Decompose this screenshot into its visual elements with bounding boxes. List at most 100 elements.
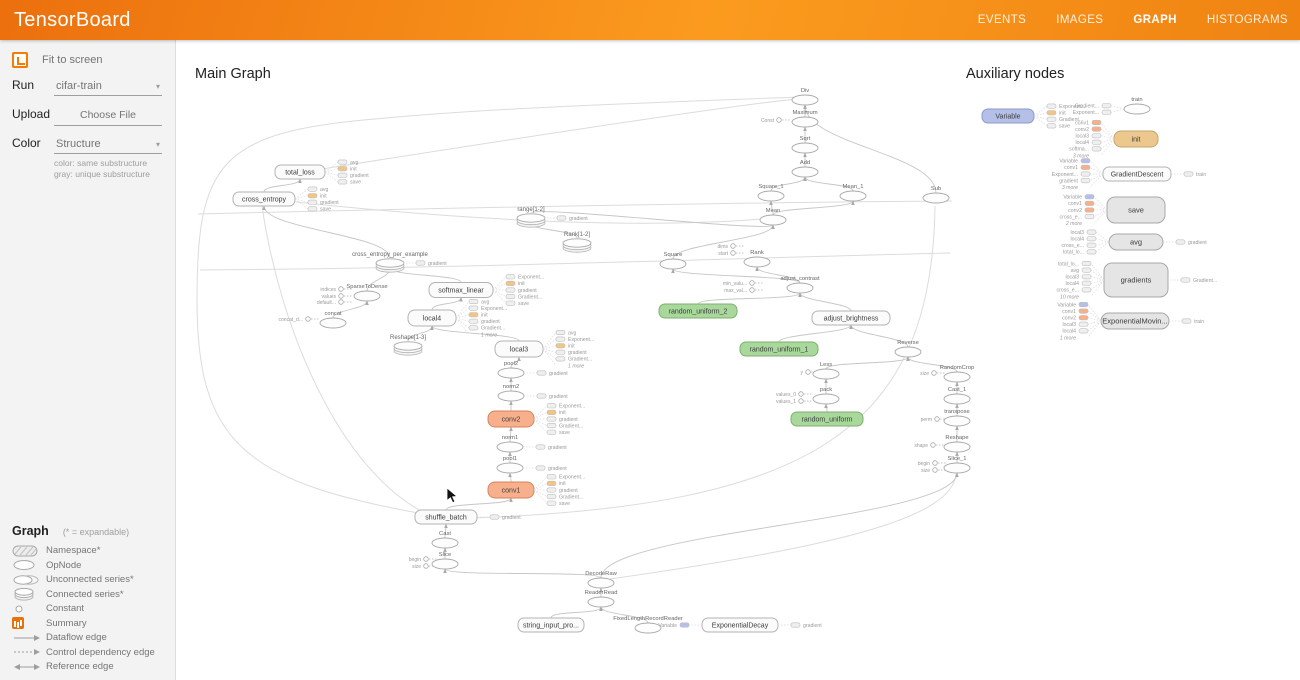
annotation-node[interactable] <box>1087 243 1096 247</box>
annotation-node[interactable] <box>308 207 317 211</box>
annotation-node[interactable] <box>537 394 546 398</box>
node-pack[interactable]: pack <box>813 387 839 404</box>
annotation-node[interactable] <box>556 330 565 334</box>
annotation-node[interactable] <box>1181 278 1190 282</box>
annotation-node[interactable] <box>1079 322 1088 326</box>
node-rangeS[interactable]: range[1-2] <box>517 207 545 227</box>
annotation-node[interactable] <box>1102 110 1111 114</box>
annotation-node[interactable] <box>1082 261 1091 265</box>
annotation-node[interactable] <box>469 326 478 330</box>
node-Add[interactable]: Add <box>792 160 818 177</box>
annotation-node[interactable] <box>506 288 515 292</box>
node-random_uniform[interactable]: random_uniform <box>791 412 863 426</box>
annotation-node[interactable] <box>1085 201 1094 205</box>
annotation-node[interactable] <box>1085 214 1094 218</box>
annotation-node[interactable] <box>1092 120 1101 124</box>
constant-node[interactable] <box>424 564 429 569</box>
annotation-node[interactable] <box>1087 230 1096 234</box>
annotation-node[interactable] <box>469 313 478 317</box>
node-Reshape_r[interactable]: Reshape <box>944 435 970 452</box>
node-local3[interactable]: local3 <box>495 341 543 357</box>
constant-node[interactable] <box>731 251 736 256</box>
annotation-node[interactable] <box>1079 309 1088 313</box>
node-Div[interactable]: Div <box>792 88 818 105</box>
node-ReaderRead[interactable]: ReaderRead <box>585 590 618 607</box>
node-Maximum[interactable]: Maximum <box>792 110 818 127</box>
constant-node[interactable] <box>799 392 804 397</box>
annotation-node[interactable] <box>791 623 800 627</box>
annotation-node[interactable] <box>1081 165 1090 169</box>
annotation-node[interactable] <box>1102 104 1111 108</box>
annotation-node[interactable] <box>338 160 347 164</box>
constant-node[interactable] <box>306 317 311 322</box>
node-total_loss[interactable]: total_loss <box>275 165 325 179</box>
annotation-node[interactable] <box>537 371 546 375</box>
annotation-node[interactable] <box>547 423 556 427</box>
run-select[interactable]: cifar-train ▾ <box>54 78 162 96</box>
tab-images[interactable]: IMAGES <box>1054 8 1105 32</box>
annotation-node[interactable] <box>547 430 556 434</box>
constant-node[interactable] <box>424 557 429 562</box>
node-Variable[interactable]: Variable <box>982 109 1034 123</box>
node-random_uniform_1[interactable]: random_uniform_1 <box>740 342 818 356</box>
node-adjust_brightness[interactable]: adjust_brightness <box>812 311 890 325</box>
constant-node[interactable] <box>806 370 811 375</box>
node-Square_1[interactable]: Square_1 <box>758 184 784 201</box>
node-Square[interactable]: Square <box>660 252 686 269</box>
annotation-node[interactable] <box>338 173 347 177</box>
annotation-node[interactable] <box>1082 268 1091 272</box>
node-local4[interactable]: local4 <box>408 310 456 326</box>
annotation-node[interactable] <box>1082 288 1091 292</box>
annotation-node[interactable] <box>1081 172 1090 176</box>
annotation-node[interactable] <box>490 515 499 519</box>
constant-node[interactable] <box>933 468 938 473</box>
annotation-node[interactable] <box>1184 172 1193 176</box>
tab-graph[interactable]: GRAPH <box>1131 8 1179 32</box>
annotation-node[interactable] <box>338 167 347 171</box>
node-Slice[interactable]: Slice <box>432 552 458 569</box>
constant-node[interactable] <box>339 287 344 292</box>
node-expDecay[interactable]: ExponentialDecay <box>702 618 778 632</box>
annotation-node[interactable] <box>547 501 556 505</box>
annotation-node[interactable] <box>1079 302 1088 306</box>
choose-file-button[interactable]: Choose File <box>54 106 162 126</box>
node-save[interactable]: save <box>1107 197 1165 223</box>
annotation-node[interactable] <box>1082 281 1091 285</box>
annotation-node[interactable] <box>1092 134 1101 138</box>
annotation-node[interactable] <box>1092 127 1101 131</box>
node-Rank[interactable]: Rank <box>744 250 770 267</box>
annotation-node[interactable] <box>556 337 565 341</box>
annotation-node[interactable] <box>547 488 556 492</box>
color-select[interactable]: Structure ▾ <box>54 136 162 154</box>
annotation-node[interactable] <box>557 216 566 220</box>
annotation-node[interactable] <box>547 494 556 498</box>
constant-node[interactable] <box>935 417 940 422</box>
fit-to-screen-icon[interactable] <box>12 52 28 68</box>
node-avg[interactable]: avg <box>1109 234 1163 250</box>
annotation-node[interactable] <box>547 475 556 479</box>
annotation-node[interactable] <box>1087 250 1096 254</box>
annotation-node[interactable] <box>506 294 515 298</box>
constant-node[interactable] <box>731 244 736 249</box>
node-concat[interactable]: concat <box>320 311 346 328</box>
node-RankS[interactable]: Rank[1-2] <box>563 232 591 252</box>
annotation-node[interactable] <box>469 299 478 303</box>
constant-node[interactable] <box>339 294 344 299</box>
annotation-node[interactable] <box>1047 124 1056 128</box>
annotation-node[interactable] <box>1047 111 1056 115</box>
annotation-node[interactable] <box>506 281 515 285</box>
node-norm1[interactable]: norm1 <box>497 435 523 452</box>
node-Mean_1[interactable]: Mean_1 <box>840 184 866 201</box>
annotation-node[interactable] <box>506 275 515 279</box>
constant-node[interactable] <box>777 118 782 123</box>
graph-canvas[interactable]: Constdimsstartmin_valu...max_val...yvalu… <box>0 0 1300 680</box>
node-expMov[interactable]: ExponentialMovin... <box>1101 313 1169 329</box>
node-DecodeRaw[interactable]: DecodeRaw <box>585 571 617 588</box>
node-conv1[interactable]: conv1 <box>488 482 534 498</box>
annotation-node[interactable] <box>1087 237 1096 241</box>
tab-events[interactable]: EVENTS <box>976 8 1028 32</box>
annotation-node[interactable] <box>469 319 478 323</box>
node-pool2[interactable]: pool2 <box>498 361 524 378</box>
annotation-node[interactable] <box>1092 140 1101 144</box>
node-Reshape13[interactable]: Reshape[1-3] <box>390 335 426 355</box>
